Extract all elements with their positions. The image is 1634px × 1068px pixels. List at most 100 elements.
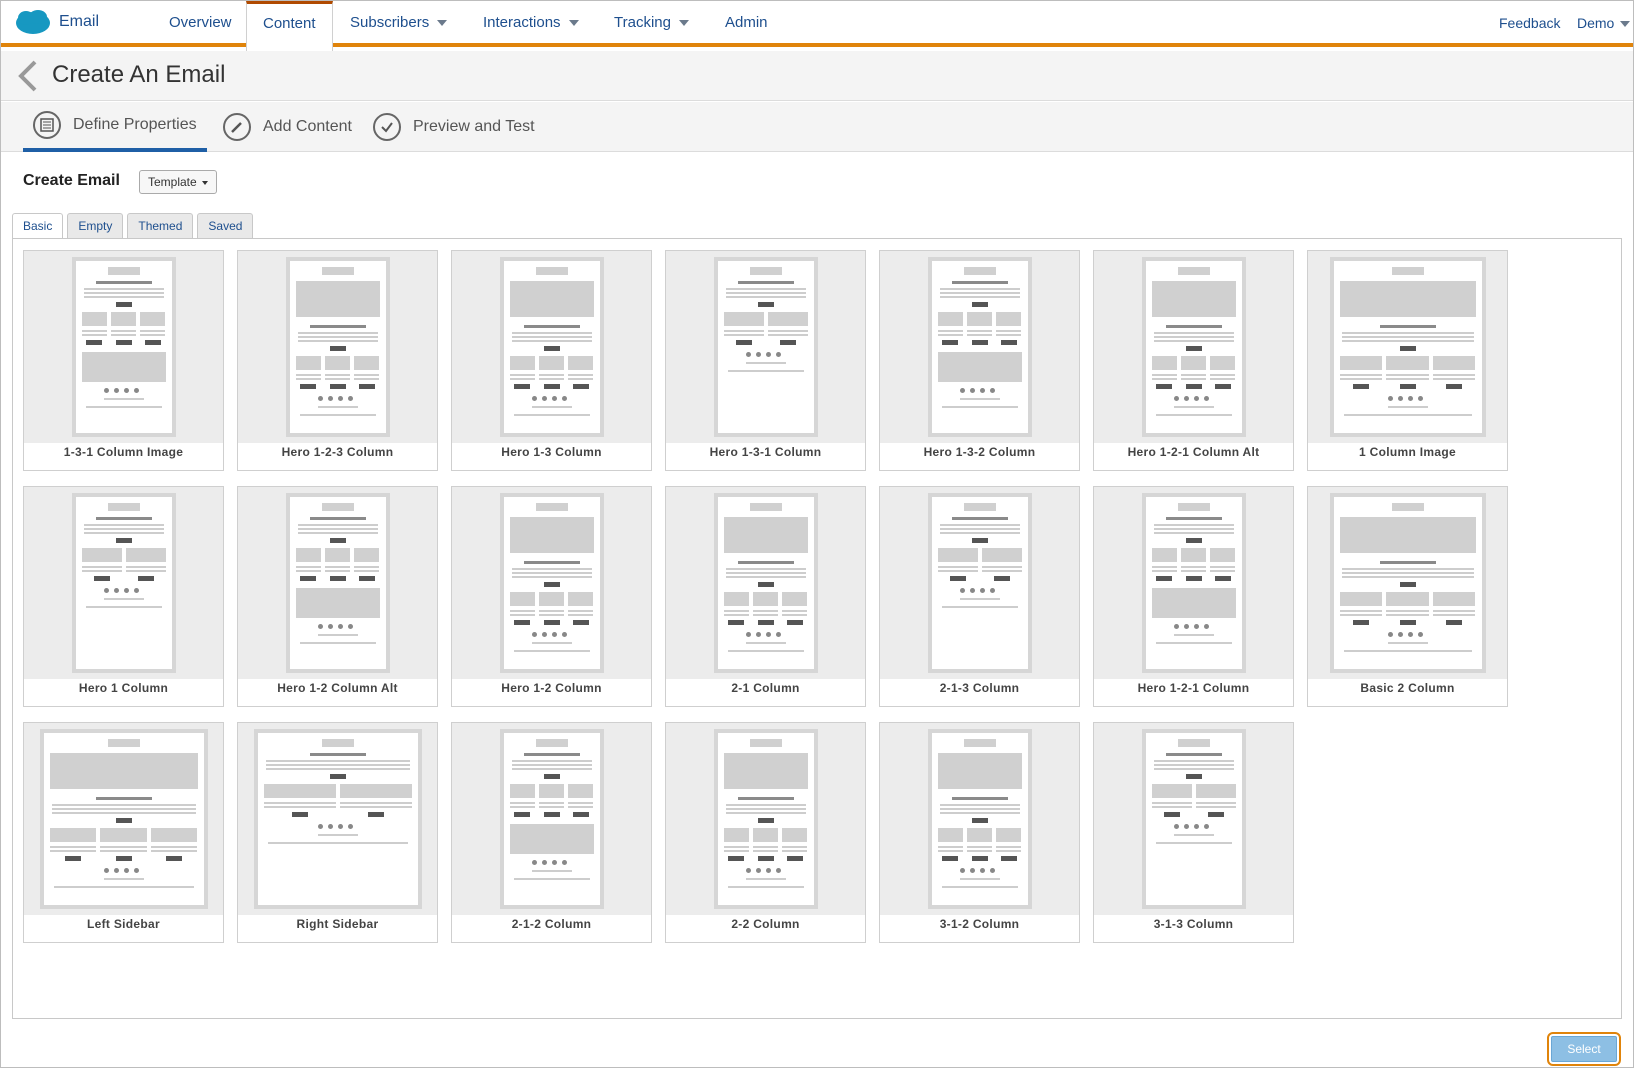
social-icon bbox=[1203, 624, 1209, 629]
text-placeholder bbox=[509, 378, 535, 380]
text-placeholder bbox=[723, 850, 749, 852]
text-placeholder bbox=[511, 768, 592, 770]
template-card[interactable]: 2-2 Column bbox=[665, 722, 866, 943]
template-card[interactable]: Basic 2 Column bbox=[1307, 486, 1508, 707]
button-placeholder bbox=[1399, 384, 1416, 389]
template-card[interactable]: 1-3-1 Column Image bbox=[23, 250, 224, 471]
social-icon bbox=[561, 860, 567, 865]
template-name: Hero 1-2-3 Column bbox=[281, 445, 394, 459]
nav-overview[interactable]: Overview bbox=[169, 1, 232, 47]
tab-saved[interactable]: Saved bbox=[197, 213, 254, 239]
template-card[interactable]: 3-1-3 Column bbox=[1093, 722, 1294, 943]
social-icon bbox=[765, 868, 771, 873]
template-dropdown[interactable]: Template bbox=[139, 170, 217, 194]
template-card[interactable]: Hero 1-2 Column bbox=[451, 486, 652, 707]
image-placeholder bbox=[140, 312, 166, 326]
text-placeholder bbox=[723, 614, 749, 616]
step-define-properties[interactable]: Define Properties bbox=[23, 102, 207, 152]
tab-themed[interactable]: Themed bbox=[127, 213, 194, 239]
text-placeholder bbox=[1210, 570, 1236, 572]
nav-tracking[interactable]: Tracking bbox=[614, 1, 689, 47]
text-placeholder bbox=[339, 806, 412, 808]
user-menu[interactable]: Demo bbox=[1577, 1, 1631, 47]
social-icon bbox=[123, 868, 129, 873]
text-placeholder bbox=[941, 406, 1018, 408]
template-card[interactable]: Hero 1-3 Column bbox=[451, 250, 652, 471]
email-preview-mockup bbox=[39, 729, 208, 909]
chevron-down-icon bbox=[568, 20, 579, 27]
image-placeholder bbox=[1180, 356, 1207, 370]
template-card[interactable]: 1 Column Image bbox=[1307, 250, 1508, 471]
template-name: Hero 1-2 Column Alt bbox=[277, 681, 398, 695]
template-card[interactable]: 3-1-2 Column bbox=[879, 722, 1080, 943]
template-thumbnail bbox=[1094, 723, 1293, 915]
select-button[interactable]: Select bbox=[1547, 1032, 1621, 1066]
template-card[interactable]: 2-1 Column bbox=[665, 486, 866, 707]
text-placeholder bbox=[538, 802, 565, 804]
text-placeholder bbox=[1151, 378, 1177, 380]
text-placeholder bbox=[1339, 378, 1383, 380]
text-placeholder bbox=[966, 850, 993, 852]
text-placeholder bbox=[1153, 340, 1234, 342]
social-icon bbox=[969, 588, 975, 593]
social-icon bbox=[989, 388, 995, 393]
template-card[interactable]: Hero 1-2 Column Alt bbox=[237, 486, 438, 707]
nav-admin[interactable]: Admin bbox=[725, 1, 768, 47]
text-placeholder bbox=[782, 846, 808, 848]
social-icon bbox=[775, 352, 781, 357]
template-card[interactable]: Hero 1-3-1 Column bbox=[665, 250, 866, 471]
text-placeholder bbox=[1173, 834, 1214, 836]
text-placeholder bbox=[723, 330, 764, 332]
nav-subscribers[interactable]: Subscribers bbox=[350, 1, 448, 47]
image-placeholder bbox=[996, 312, 1022, 326]
button-placeholder bbox=[971, 856, 988, 861]
tab-empty[interactable]: Empty bbox=[67, 213, 124, 239]
template-card[interactable]: Hero 1-3-2 Column bbox=[879, 250, 1080, 471]
back-arrow-icon[interactable] bbox=[15, 59, 39, 93]
template-thumbnail bbox=[452, 487, 651, 679]
text-placeholder bbox=[297, 336, 378, 338]
button-placeholder bbox=[166, 856, 183, 861]
template-card[interactable]: Hero 1-2-1 Column bbox=[1093, 486, 1294, 707]
image-placeholder bbox=[538, 356, 565, 370]
image-placeholder bbox=[1177, 267, 1210, 275]
text-placeholder bbox=[1153, 768, 1234, 770]
text-placeholder bbox=[1180, 378, 1207, 380]
text-placeholder bbox=[51, 804, 196, 806]
template-card[interactable]: Hero 1-2-1 Column Alt bbox=[1093, 250, 1294, 471]
text-placeholder bbox=[1173, 406, 1214, 408]
step-preview-and-test[interactable]: Preview and Test bbox=[373, 102, 535, 152]
template-card[interactable]: Right Sidebar bbox=[237, 722, 438, 943]
button-placeholder bbox=[1000, 340, 1017, 345]
template-card[interactable]: Hero 1 Column bbox=[23, 486, 224, 707]
template-card[interactable]: 2-1-2 Column bbox=[451, 722, 652, 943]
text-placeholder bbox=[752, 850, 779, 852]
feedback-link[interactable]: Feedback bbox=[1499, 1, 1560, 47]
button-placeholder bbox=[1207, 812, 1224, 817]
text-placeholder bbox=[966, 846, 993, 848]
text-placeholder bbox=[725, 804, 806, 806]
button-placeholder bbox=[144, 340, 161, 345]
template-card[interactable]: Hero 1-2-3 Column bbox=[237, 250, 438, 471]
template-card[interactable]: 2-1-3 Column bbox=[879, 486, 1080, 707]
button-placeholder bbox=[1399, 346, 1416, 351]
nav-interactions[interactable]: Interactions bbox=[483, 1, 579, 47]
button-placeholder bbox=[572, 620, 589, 625]
brand[interactable]: Email bbox=[15, 9, 99, 35]
button-placeholder bbox=[329, 346, 346, 351]
template-card[interactable]: Left Sidebar bbox=[23, 722, 224, 943]
button-placeholder bbox=[300, 384, 317, 389]
text-placeholder bbox=[81, 330, 107, 332]
tab-basic[interactable]: Basic bbox=[12, 213, 64, 240]
text-placeholder bbox=[745, 642, 786, 644]
text-placeholder bbox=[1339, 374, 1383, 376]
step-add-content[interactable]: Add Content bbox=[223, 102, 352, 152]
button-placeholder bbox=[1214, 384, 1231, 389]
nav-content[interactable]: Content bbox=[246, 1, 333, 51]
button-placeholder bbox=[757, 582, 774, 587]
text-placeholder bbox=[1387, 642, 1428, 644]
text-placeholder bbox=[725, 568, 806, 570]
text-placeholder bbox=[265, 760, 410, 762]
text-placeholder bbox=[1153, 336, 1234, 338]
text-placeholder bbox=[1386, 374, 1429, 376]
